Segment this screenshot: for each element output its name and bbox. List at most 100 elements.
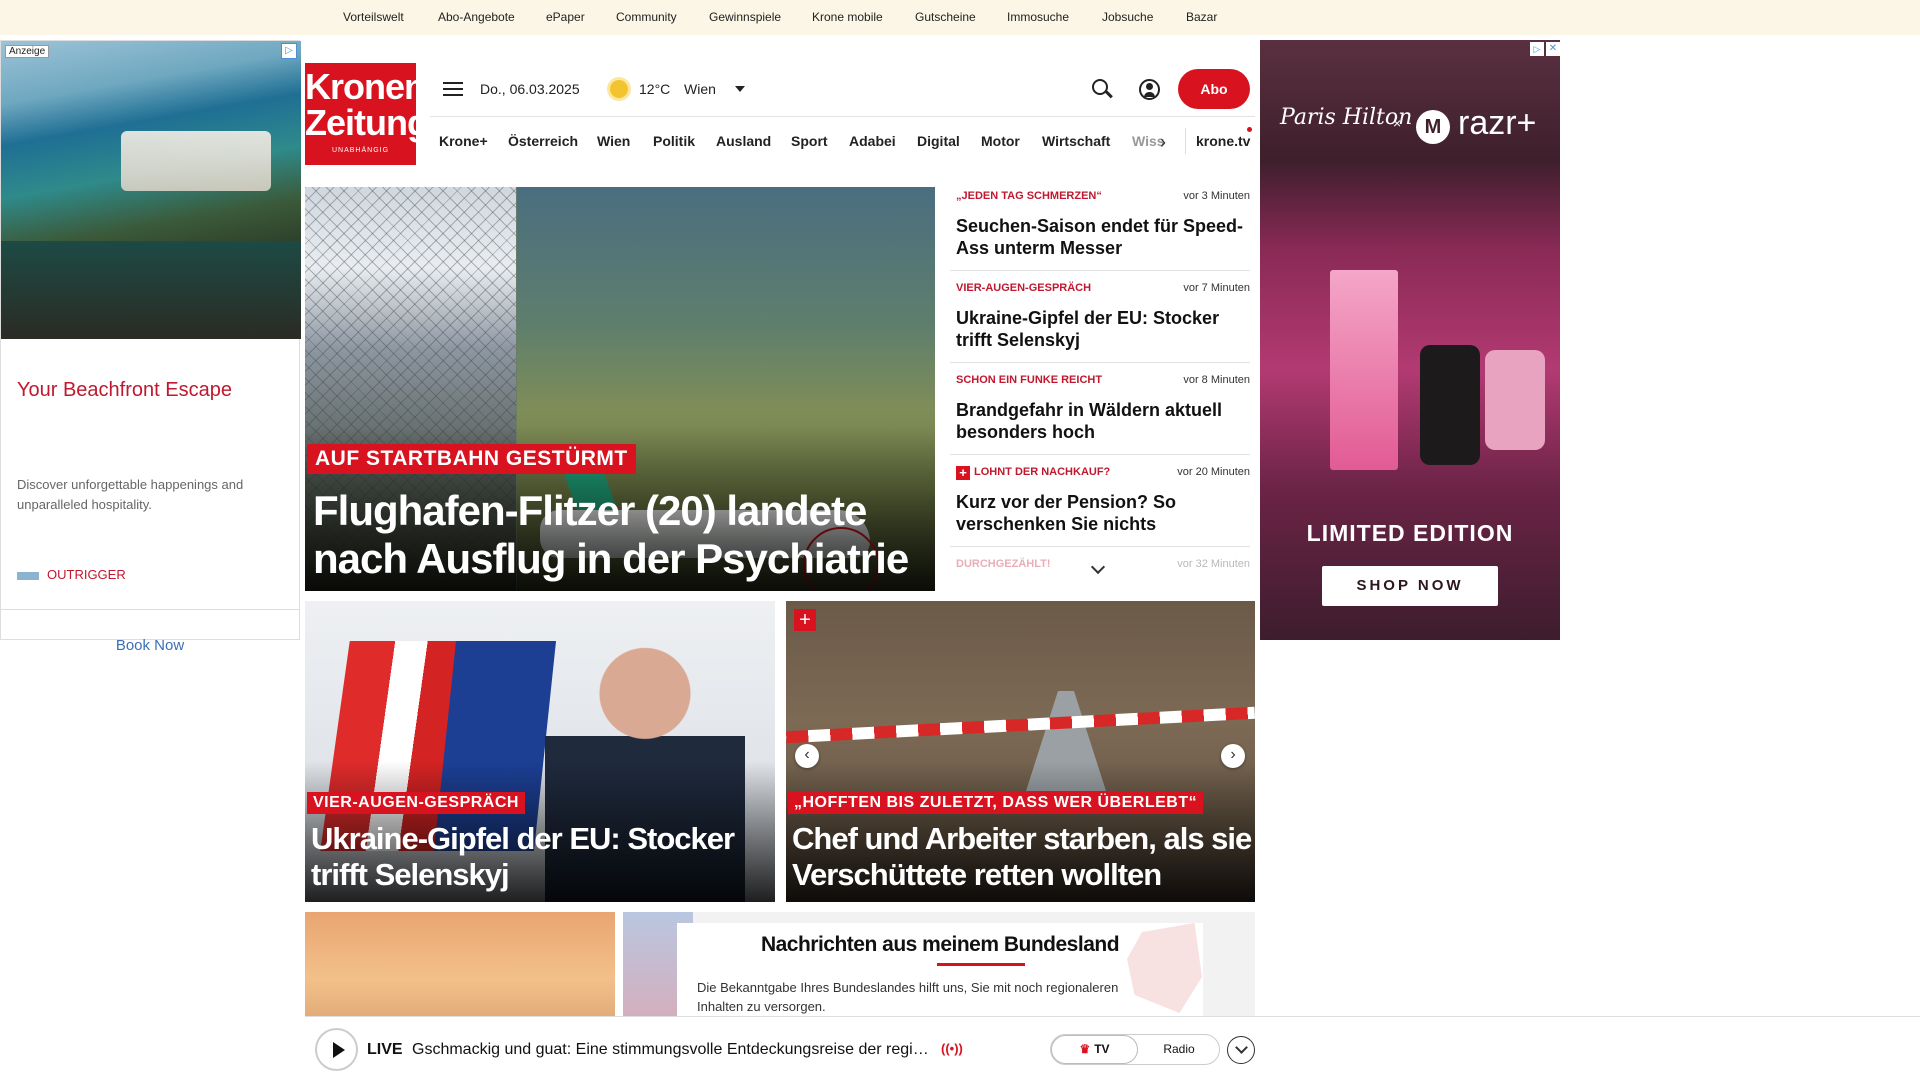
ticker-headline[interactable]: Brandgefahr in Wäldern aktuell besonders… [956, 399, 1246, 443]
topbar-link-krone-mobile[interactable]: Krone mobile [812, 10, 883, 24]
player-expand-icon[interactable] [1227, 1036, 1255, 1064]
crown-icon: ♛ [1079, 1042, 1091, 1056]
krone-logo[interactable]: Kronen Zeitung UNABHÄNGIG [305, 63, 429, 165]
card-headline[interactable]: Ukraine-Gipfel der EU: Stocker trifft Se… [311, 821, 771, 893]
nav-item-digital[interactable]: Digital [917, 133, 960, 149]
nav-divider [430, 116, 1255, 117]
city-selector[interactable]: Wien [684, 81, 716, 97]
nav-item-kroneplus[interactable]: Krone+ [439, 133, 488, 149]
nav-separator [1185, 128, 1186, 154]
shop-now-button[interactable]: SHOP NOW [1322, 566, 1498, 606]
left-ad[interactable]: Anzeige ▷ Your Beachfront Escape Discove… [0, 40, 301, 654]
topbar-link-epaper[interactable]: ePaper [546, 10, 585, 24]
card-headline[interactable]: Chef und Arbeiter starben, als sie Versc… [792, 821, 1252, 893]
phone-black [1420, 345, 1480, 465]
nav-item-ausland[interactable]: Ausland [716, 133, 771, 149]
ticker-divider [950, 362, 1250, 363]
user-account-icon[interactable] [1139, 79, 1160, 100]
motorola-logo-icon: M [1416, 110, 1450, 144]
ticker-time: vor 3 Minuten [1183, 190, 1250, 202]
play-button[interactable] [315, 1028, 358, 1071]
article-card[interactable]: VIER-AUGEN-GESPRÄCH Ukraine-Gipfel der E… [305, 601, 775, 902]
broadcast-icon: ((•)) [941, 1041, 963, 1056]
ad-brand[interactable]: OUTRIGGER [17, 567, 126, 582]
radio-tab[interactable]: Radio [1138, 1035, 1220, 1064]
carousel-prev-button[interactable]: ‹ [795, 744, 819, 768]
current-date: Do., 06.03.2025 [480, 81, 580, 97]
ad-hotel-shape [121, 131, 271, 191]
razr-logo: razr+ [1458, 104, 1537, 142]
topbar-link-community[interactable]: Community [616, 10, 677, 24]
topbar-link-abo-angebote[interactable]: Abo-Angebote [438, 10, 515, 24]
ticker-divider [950, 546, 1250, 547]
nav-item-wirtschaft[interactable]: Wirtschaft [1042, 133, 1110, 149]
tv-label: TV [1094, 1042, 1110, 1056]
ticker-headline[interactable]: Ukraine-Gipfel der EU: Stocker trifft Se… [956, 307, 1246, 351]
right-ad[interactable]: ▷ ✕ Paris Hilton × M razr+ LIMITED EDITI… [1260, 40, 1560, 640]
nav-item-motor[interactable]: Motor [981, 133, 1020, 149]
logo-line-2: Zeitung [305, 102, 429, 143]
logo-line-1: Kronen [305, 66, 426, 107]
krone-plus-icon: + [956, 466, 970, 480]
ticker-time: vor 32 Minuten [1177, 558, 1250, 570]
ticker-item[interactable]: „JEDEN TAG SCHMERZEN“ vor 3 Minuten Seuc… [950, 190, 1250, 271]
tv-tab[interactable]: ♛ TV [1051, 1035, 1138, 1064]
ticker-time: vor 7 Minuten [1183, 282, 1250, 294]
ticker-item[interactable]: SCHON EIN FUNKE REICHT vor 8 Minuten Bra… [950, 374, 1250, 455]
ad-brand-name: OUTRIGGER [47, 567, 126, 582]
nav-item-sport[interactable]: Sport [791, 133, 828, 149]
title-underline [937, 963, 1025, 966]
bundesland-title: Nachrichten aus meinem Bundesland [760, 933, 1120, 956]
ad-reef-shape [1, 241, 301, 339]
ticker-time: vor 20 Minuten [1177, 466, 1250, 478]
ad-close-icon[interactable]: ✕ [1546, 42, 1560, 56]
ad-headline[interactable]: Your Beachfront Escape [17, 379, 232, 402]
hero-article[interactable]: AUF STARTBAHN GESTÜRMT Flughafen-Flitzer… [305, 187, 935, 591]
tv-radio-toggle[interactable]: ♛ TV Radio [1050, 1034, 1220, 1065]
adchoices-icon[interactable]: ▷ [1530, 42, 1544, 56]
logo-tagline: UNABHÄNGIG [331, 147, 390, 154]
ad-divider [1, 609, 299, 610]
nav-item-wien[interactable]: Wien [597, 133, 630, 149]
collab-x: × [1393, 115, 1402, 131]
topbar-link-gutscheine[interactable]: Gutscheine [915, 10, 976, 24]
temperature: 12°C [639, 81, 671, 97]
player-title[interactable]: Gschmackig und guat: Eine stimmungsvolle… [412, 1041, 932, 1059]
ticker-divider [950, 454, 1250, 455]
ticker-item[interactable]: VIER-AUGEN-GESPRÄCH vor 7 Minuten Ukrain… [950, 282, 1250, 363]
carousel-next-button[interactable]: › [1221, 744, 1245, 768]
hero-kicker: AUF STARTBAHN GESTÜRMT [307, 444, 636, 474]
card-kicker: „HOFFTEN BIS ZULETZT, DASS WER ÜBERLEBT“ [788, 792, 1204, 814]
ticker-headline[interactable]: Kurz vor der Pension? So verschenken Sie… [956, 491, 1246, 535]
topbar-link-vorteilswelt[interactable]: Vorteilswelt [343, 10, 404, 24]
live-indicator-icon [1247, 127, 1252, 132]
adchoices-icon[interactable]: ▷ [281, 43, 297, 59]
ticker-item[interactable]: + LOHNT DER NACHKAUF? vor 20 Minuten Kurz… [950, 466, 1250, 547]
ticker-kicker: DURCHGEZÄHLT! [956, 558, 1051, 570]
nav-scroll-right-icon[interactable]: › [1160, 132, 1166, 153]
topbar-link-bazar[interactable]: Bazar [1186, 10, 1217, 24]
topbar-link-gewinnspiele[interactable]: Gewinnspiele [709, 10, 781, 24]
nav-item-politik[interactable]: Politik [653, 133, 695, 149]
abo-button[interactable]: Abo [1178, 69, 1250, 109]
card-kicker: VIER-AUGEN-GESPRÄCH [307, 792, 525, 814]
book-now-button[interactable]: Book Now [1, 637, 299, 654]
brand-logo-icon [17, 571, 39, 580]
live-label: LIVE [367, 1041, 403, 1058]
topbar-link-immosuche[interactable]: Immosuche [1007, 10, 1069, 24]
ticker-kicker: „JEDEN TAG SCHMERZEN“ [956, 190, 1102, 202]
ticker-headline[interactable]: Seuchen-Saison endet für Speed-Ass unter… [956, 215, 1246, 259]
ticker-kicker-text: LOHNT DER NACHKAUF? [974, 466, 1111, 478]
nav-item-oesterreich[interactable]: Österreich [508, 133, 578, 149]
chevron-down-icon[interactable] [735, 86, 745, 92]
nav-item-krone-tv[interactable]: krone.tv [1196, 133, 1250, 149]
hero-headline[interactable]: Flughafen-Flitzer (20) landete nach Ausf… [313, 487, 928, 583]
search-icon[interactable] [1092, 79, 1108, 95]
ad-label: Anzeige [5, 45, 50, 58]
article-card[interactable]: + „HOFFTEN BIS ZULETZT, DASS WER ÜBERLEB… [786, 601, 1255, 902]
topbar-link-jobsuche[interactable]: Jobsuche [1102, 10, 1153, 24]
ad-resort-image[interactable] [1, 41, 301, 339]
nav-item-adabei[interactable]: Adabei [849, 133, 896, 149]
live-player-bar: LIVE Gschmackig und guat: Eine stimmungs… [305, 1016, 1920, 1080]
menu-icon[interactable] [443, 82, 463, 96]
